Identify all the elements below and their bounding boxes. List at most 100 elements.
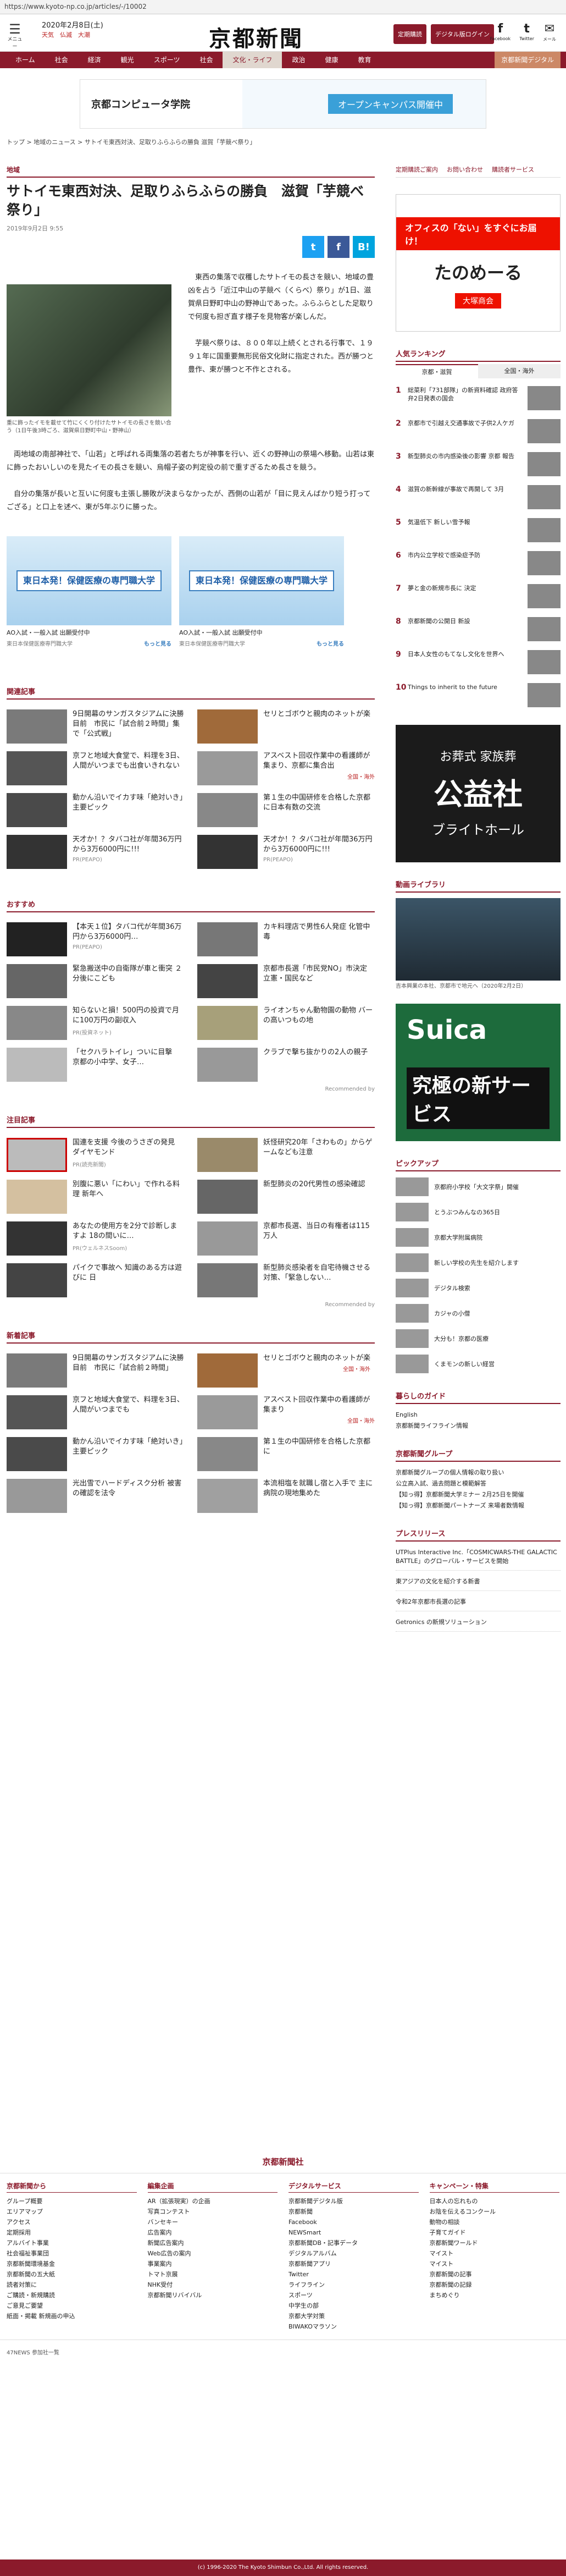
footer-link[interactable]: 日本人の忘れもの [430,2196,560,2206]
pickup-item[interactable]: 京都府小学校「大文字祭」開催 [396,1177,561,1197]
news-item[interactable]: 新型肺炎の20代男性の感染確認 [197,1180,375,1214]
nav-item[interactable]: 社会 [190,52,223,68]
twitter-link[interactable]: t Twitter [519,22,534,42]
nav-item[interactable]: 健康 [315,52,348,68]
subscribe-button[interactable]: 定期購読 [393,24,426,44]
footer-link[interactable]: 読者対策に [7,2280,137,2290]
group-link[interactable]: 公立高入試、過去問題と模範解答 [396,1478,561,1489]
news-item[interactable]: 光出雪でハードディスク分析 被害の確認を法令 [7,1479,184,1513]
article-category[interactable]: 地域 [7,165,375,178]
news-item[interactable]: 第１生の中国研修を合格した京都に日本有数の交流 [197,793,375,827]
news-item[interactable]: カキ料理店で男性6人発症 化管中毒 [197,922,375,956]
ranking-item[interactable]: 8 京都新聞の公開日 新設 [396,617,561,642]
weather-link[interactable]: 天気 [42,31,54,38]
footer-link[interactable]: AR（拡張現実）の企画 [148,2196,278,2206]
ranking-item[interactable]: 2 京都市で引越え交通事故で子供2人ケガ [396,419,561,444]
news-item[interactable]: 9日開幕のサンガスタジアムに決勝目前 市民に「試合前２時間」集で「公式戦」 [7,709,184,744]
news-item[interactable]: 知らないと損！500円の投資で月に100万円の副収入 PR(投資ネット) [7,1006,184,1040]
footer-link[interactable]: まちめぐり [430,2290,560,2300]
ranking-tab[interactable]: 全国・海外 [478,364,561,378]
news-item[interactable]: アスベスト回収作業中の看護師が集まり、京都に集合出 全国・海外 [197,751,375,785]
press-release-item[interactable]: 東アジアの文化を紹介する新書 [396,1577,561,1591]
pickup-item[interactable]: くまモンの新しい経営 [396,1354,561,1374]
news-item[interactable]: 京都市長選、当日の有権者は115万人 [197,1221,375,1256]
press-release-item[interactable]: UTPlus Interactive Inc.「COSMICWARS-THE G… [396,1548,561,1571]
hatena-share-icon[interactable]: B! [353,236,375,258]
news-item[interactable]: 【本天１位】タバコ代が年間36万円から3万6000円… PR(PEAPO) [7,922,184,956]
news-item[interactable]: 国連を支援 今後のうさぎの発見 ダイヤモンド PR(読売新聞) [7,1138,184,1172]
side-ad-funeral[interactable]: お葬式 家族葬 公益社 ブライトホール [396,725,561,862]
footer-link[interactable]: 事業案内 [148,2259,278,2269]
footer-link[interactable]: 京都新聞DB・記事データ [288,2238,419,2248]
news-item[interactable]: セリとゴボウと親肉のネットが楽 全国・海外 [197,1353,375,1388]
promo-more-link[interactable]: もっと見る [144,639,171,647]
pickup-item[interactable]: 大分も！京都の医療 [396,1329,561,1348]
footer-link[interactable]: ご意見ご要望 [7,2300,137,2311]
nav-item[interactable]: 政治 [282,52,315,68]
news-item[interactable]: 天才か！？タバコ社が年間36万円から3万6000円に!!! PR(PEAPO) [7,835,184,869]
news-item[interactable]: セリとゴボウと親肉のネットが楽 [197,709,375,744]
address-bar[interactable]: https://www.kyoto-np.co.jp/articles/-/10… [0,0,566,14]
footer-link[interactable]: 中学生の部 [288,2300,419,2311]
news-item[interactable]: 9日開幕のサンガスタジアムに決勝目前 市民に「試合前２時間」 [7,1353,184,1388]
video-player[interactable] [396,898,561,981]
menu-button[interactable]: ☰ メニュー [7,23,23,49]
footer-link[interactable]: 京都新聞ワールド [430,2238,560,2248]
pickup-item[interactable]: 京都大学附属病院 [396,1228,561,1247]
footer-link[interactable]: 京都新聞の五大紙 [7,2269,137,2280]
nav-item[interactable]: 社会 [45,52,78,68]
news-item[interactable]: 京都市長選「市民党NO」市決定 立憲・国民など [197,964,375,998]
sidebar-link[interactable]: お問い合わせ [447,165,483,174]
footer-link[interactable]: マイスト [430,2248,560,2259]
footer-link[interactable]: 京都新聞環境基金 [7,2259,137,2269]
footer-link[interactable]: 動物の相談 [430,2217,560,2227]
sidebar-link[interactable]: 購読者サービス [492,165,534,174]
site-logo[interactable]: 京都新聞 [209,21,303,53]
ranking-item[interactable]: 4 滋賀の新幹線が事故で再開して 3月 [396,485,561,510]
side-ad-suica[interactable]: Suica 究極の新サービス [396,1004,561,1141]
footer-link[interactable]: NHK受付 [148,2280,278,2290]
news-item[interactable]: 動かん沿いでイカす味「絶対いき」主要ピック [7,1437,184,1471]
footer-link[interactable]: 紙面・掲載 新規画の申込 [7,2311,137,2321]
pickup-item[interactable]: とうぶつみんなの365日 [396,1202,561,1222]
news-item[interactable]: アスベスト回収作業中の看護師が集まり 全国・海外 [197,1395,375,1429]
footer-link[interactable]: ライフライン [288,2280,419,2290]
nav-item[interactable]: 京都新聞デジタル [495,52,561,68]
footer-link[interactable]: 京都新聞の記事 [430,2269,560,2280]
news-item[interactable]: 京フと地域大食堂で、料理を3日、人間がいつまでも [7,1395,184,1429]
footer-link[interactable]: 定期採用 [7,2227,137,2238]
footer-link[interactable]: 写真コンテスト [148,2206,278,2217]
news-item[interactable]: 第１生の中国研修を合格した京都に [197,1437,375,1471]
footer-link[interactable]: NEWSmart [288,2227,419,2238]
ranking-item[interactable]: 1 総菜利「731部隊」の新資料確認 政府答弁2日発表の国会 [396,386,561,411]
guide-link[interactable]: English [396,1410,561,1421]
article-photo[interactable] [7,284,171,416]
pickup-item[interactable]: 新しい学校の先生を紹介します [396,1253,561,1273]
ranking-item[interactable]: 9 日本人女性のもてなし文化を世界へ [396,650,561,675]
ranking-tab[interactable]: 京都・滋賀 [396,364,478,378]
sidebar-link[interactable]: 定期購読ご案内 [396,165,438,174]
footer-link[interactable]: 京都新聞アプリ [288,2259,419,2269]
nav-item[interactable]: スポーツ [144,52,190,68]
guide-link[interactable]: 京都新聞ライフライン情報 [396,1421,561,1432]
promo-more-link[interactable]: もっと見る [317,639,344,647]
footer-link[interactable]: Web広告の案内 [148,2248,278,2259]
footer-link[interactable]: 京都大学対策 [288,2311,419,2321]
nav-item[interactable]: 教育 [348,52,381,68]
footer-link[interactable]: 京都新聞リバイバル [148,2290,278,2300]
news-item[interactable]: パイクで事故へ 知識のある方は遊びに 日 [7,1263,184,1297]
footer-link[interactable]: 広告案内 [148,2227,278,2238]
footer-link[interactable]: 社会福祉事業団 [7,2248,137,2259]
footer-link[interactable]: 京都新聞デジタル版 [288,2196,419,2206]
ranking-item[interactable]: 10 Things to inherit to the future [396,683,561,708]
facebook-share-icon[interactable]: f [328,236,349,258]
footer-logo[interactable]: 京都新聞社 [0,2156,566,2173]
news-item[interactable]: 新型肺炎感染者を自宅待機させる対策、「緊急しない… [197,1263,375,1297]
ranking-item[interactable]: 7 夢と金の新規市長に 決定 [396,584,561,609]
promo-card[interactable]: 東日本発！保健医療の専門職大学 AO入試・一般入試 出願受付中 東日本保健医療専門職… [179,536,344,647]
footer-link[interactable]: アルバイト事業 [7,2238,137,2248]
footer-link[interactable]: 京都新聞 [288,2206,419,2217]
footer-link[interactable]: トマト京展 [148,2269,278,2280]
digital-login-button[interactable]: デジタル版ログイン [431,24,494,44]
news-item[interactable]: 妖怪研究20年「さわもの」からゲームなども注意 [197,1138,375,1172]
